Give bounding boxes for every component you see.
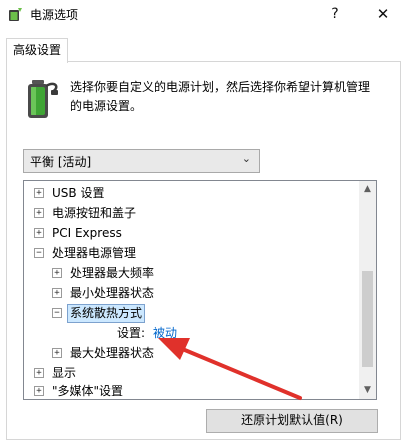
tree-item-label: 显示 bbox=[52, 366, 77, 380]
scrollbar-thumb[interactable] bbox=[362, 271, 373, 367]
tree-item-pci-express[interactable]: + PCI Express bbox=[24, 223, 354, 243]
close-button[interactable]: ✕ bbox=[360, 0, 406, 30]
tree-item-max-frequency[interactable]: + 处理器最大频率 bbox=[24, 263, 354, 283]
tree-item-display[interactable]: + 显示 bbox=[24, 363, 354, 383]
tree-item-label: 处理器电源管理 bbox=[52, 246, 137, 260]
tree-item-label: 处理器最大频率 bbox=[70, 266, 155, 280]
scroll-down-arrow-icon[interactable]: ▼ bbox=[359, 382, 376, 399]
restore-defaults-button[interactable]: 还原计划默认值(R) bbox=[206, 409, 378, 433]
expand-icon[interactable]: + bbox=[52, 348, 62, 358]
tree-item-processor-power-management[interactable]: − 处理器电源管理 bbox=[24, 243, 354, 263]
tree-item-system-cooling-policy[interactable]: − 系统散热方式 bbox=[24, 303, 354, 323]
setting-value-link[interactable]: 被动 bbox=[153, 323, 177, 343]
tree-item-label: PCI Express bbox=[52, 226, 122, 240]
power-options-icon bbox=[9, 8, 22, 21]
expand-icon[interactable]: + bbox=[52, 288, 62, 298]
plan-select-value: 平衡 [活动] bbox=[30, 155, 92, 169]
tree-item-label: "多媒体"设置 bbox=[52, 384, 124, 398]
tree-item-max-processor-state[interactable]: + 最大处理器状态 bbox=[24, 343, 354, 363]
tree-item-label: 最大处理器状态 bbox=[70, 346, 155, 360]
tree-item-label-selected: 系统散热方式 bbox=[67, 304, 146, 323]
scroll-up-arrow-icon[interactable]: ▲ bbox=[359, 181, 376, 198]
help-button[interactable]: ? bbox=[312, 0, 358, 30]
expand-icon[interactable]: + bbox=[34, 188, 44, 198]
tree-item-label: 最小处理器状态 bbox=[70, 286, 155, 300]
title-bar: 电源选项 ? ✕ bbox=[0, 0, 406, 30]
tree-item-cooling-setting[interactable]: 设置: 被动 bbox=[24, 323, 354, 343]
battery-icon bbox=[28, 80, 58, 118]
expand-icon[interactable]: + bbox=[52, 268, 62, 278]
expand-icon[interactable]: + bbox=[34, 386, 44, 396]
tree-item-min-processor-state[interactable]: + 最小处理器状态 bbox=[24, 283, 354, 303]
tree-item-multimedia[interactable]: + "多媒体"设置 bbox=[24, 381, 354, 399]
tree-item-power-buttons-lid[interactable]: + 电源按钮和盖子 bbox=[24, 203, 354, 223]
window-title: 电源选项 bbox=[30, 8, 79, 22]
plan-description: 选择你要自定义的电源计划，然后选择你希望计算机管理的电源设置。 bbox=[70, 80, 371, 113]
tree-item-usb-settings[interactable]: + USB 设置 bbox=[24, 183, 354, 203]
expand-icon[interactable]: + bbox=[34, 208, 44, 218]
power-settings-tree[interactable]: + USB 设置 + 电源按钮和盖子 + PCI Express − 处理器电源… bbox=[23, 180, 377, 400]
tree-item-label: 电源按钮和盖子 bbox=[52, 206, 137, 220]
expand-icon[interactable]: + bbox=[34, 368, 44, 378]
collapse-icon[interactable]: − bbox=[34, 248, 44, 258]
plan-select[interactable]: 平衡 [活动] ⌄ bbox=[23, 149, 260, 173]
expand-icon[interactable]: + bbox=[34, 228, 44, 238]
tree-scrollbar[interactable]: ▲ ▼ bbox=[359, 181, 376, 399]
setting-label: 设置: bbox=[117, 326, 146, 340]
tree-item-label: USB 设置 bbox=[52, 186, 105, 200]
collapse-icon[interactable]: − bbox=[52, 308, 62, 318]
tab-advanced-settings[interactable]: 高级设置 bbox=[6, 38, 68, 63]
chevron-down-icon: ⌄ bbox=[241, 152, 251, 165]
